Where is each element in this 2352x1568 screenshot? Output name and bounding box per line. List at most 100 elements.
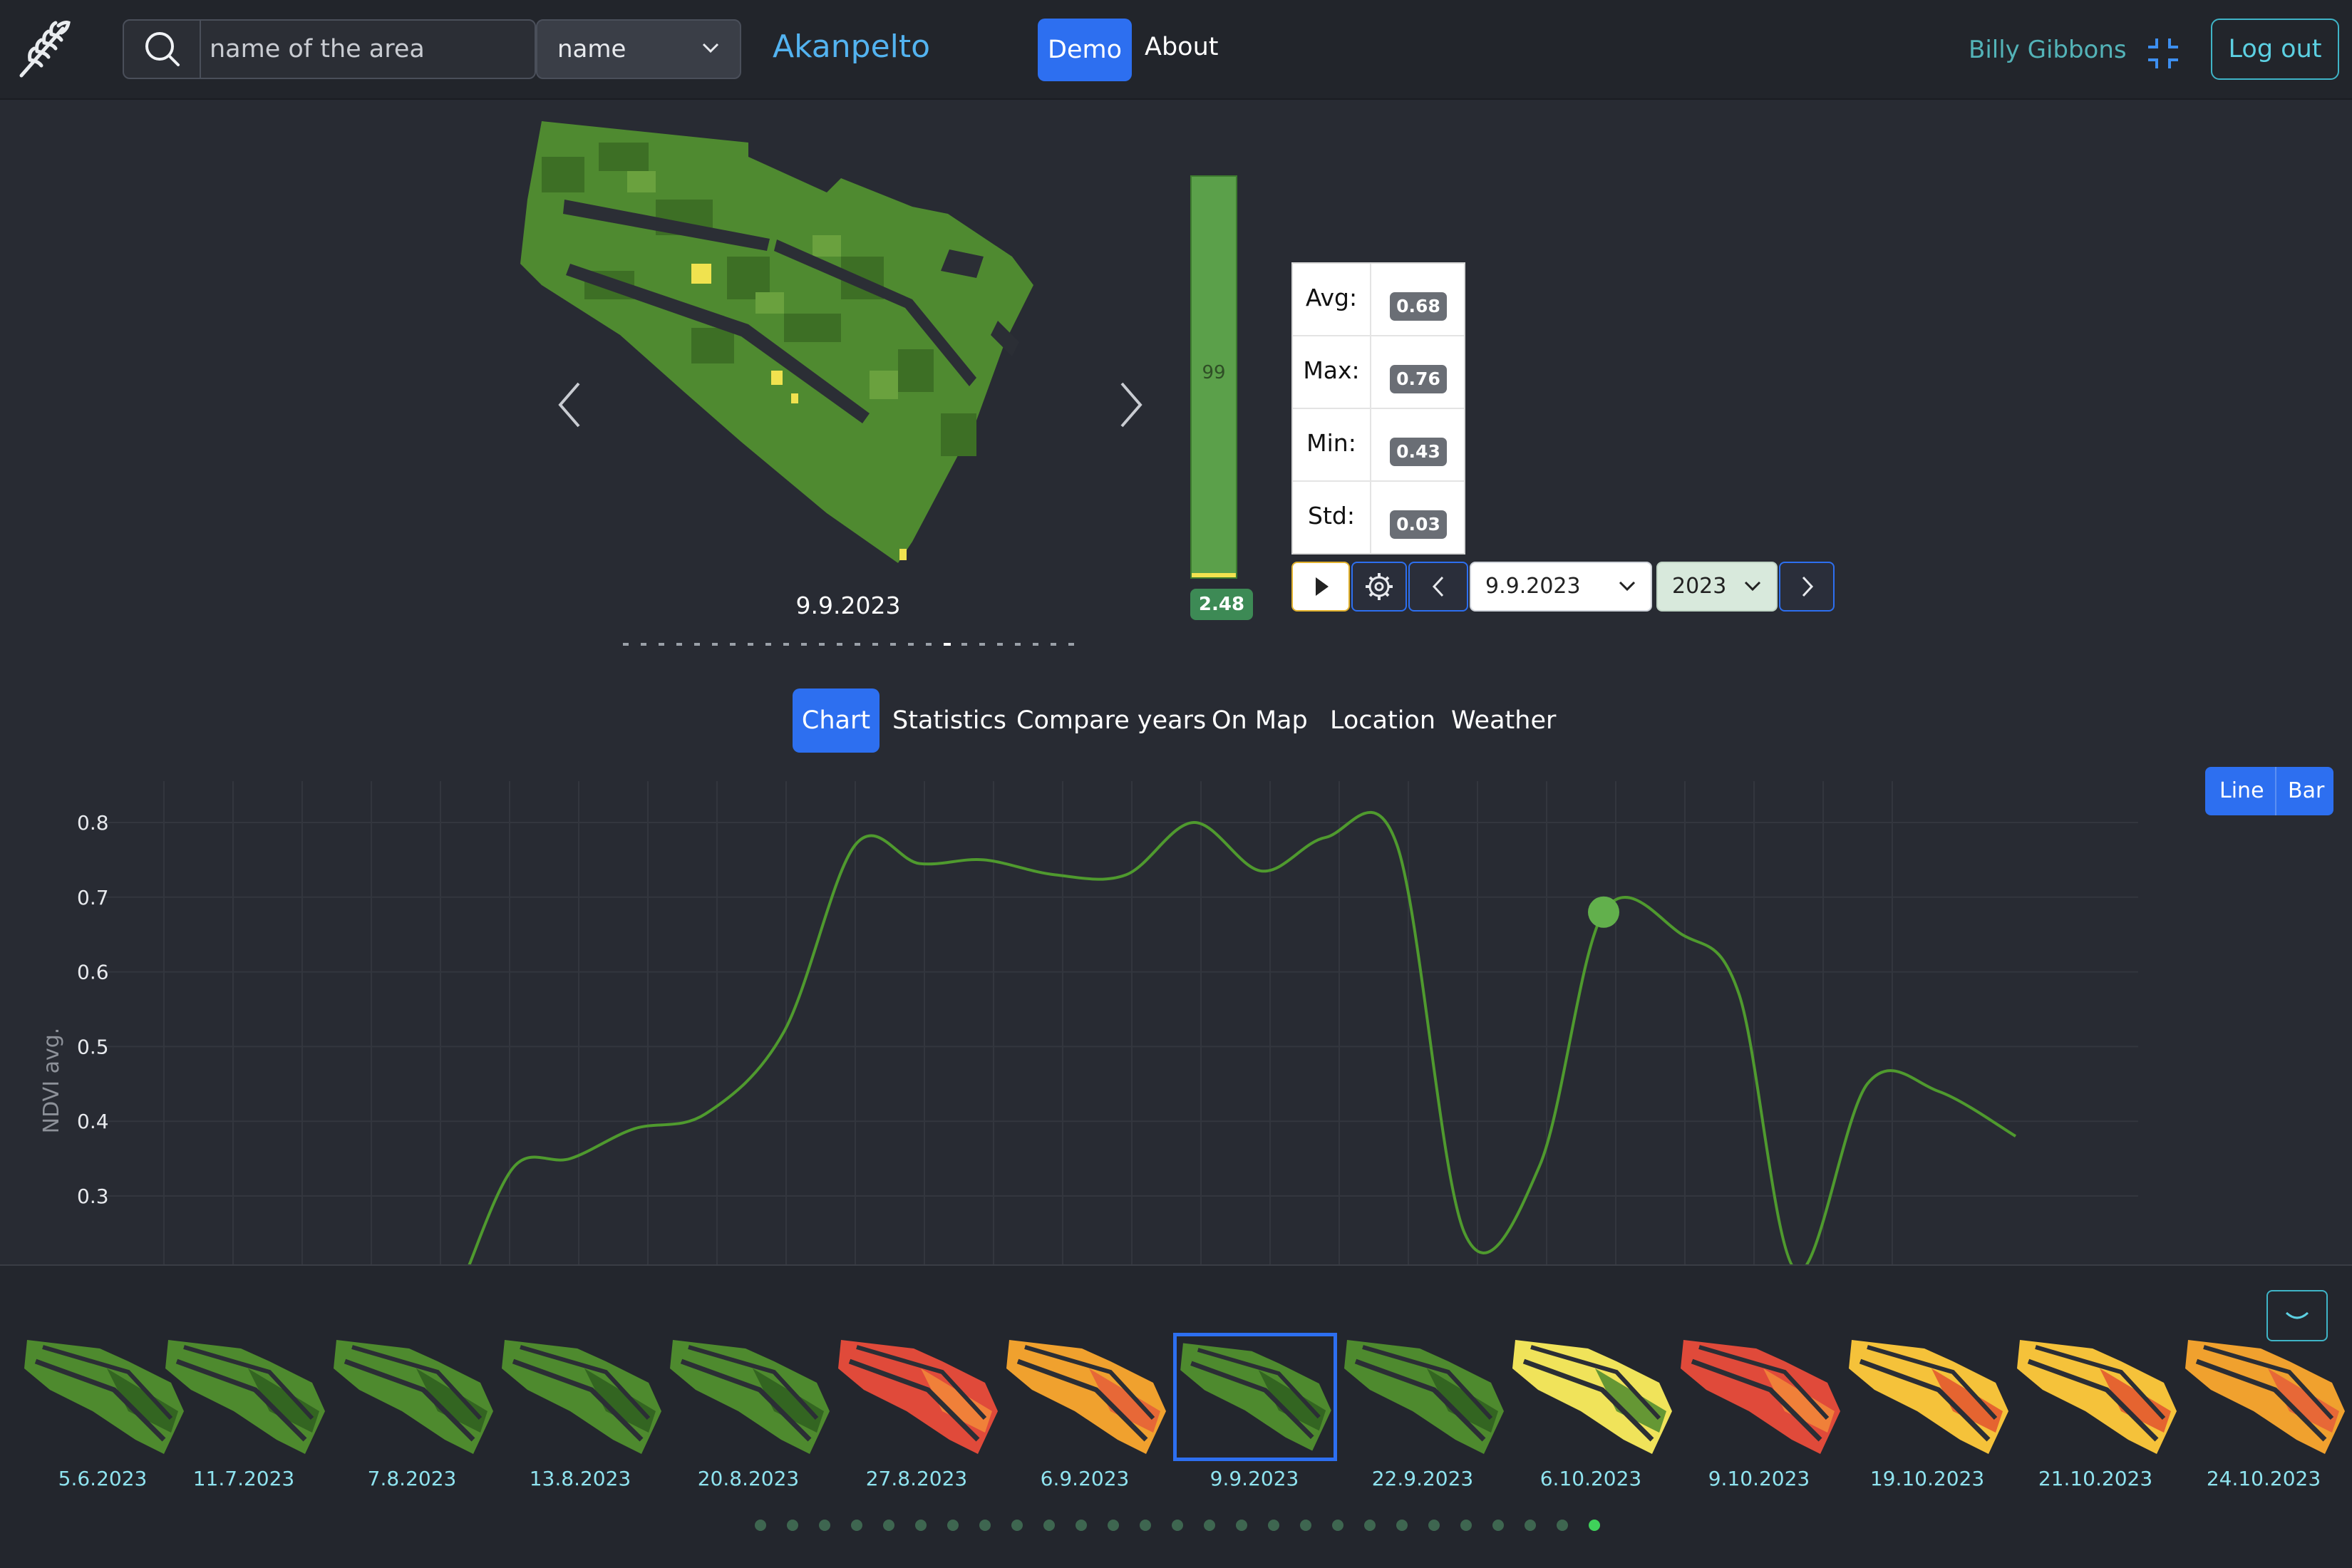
thumbnail-item[interactable] bbox=[2014, 1333, 2178, 1461]
pager-dot[interactable] bbox=[1300, 1520, 1311, 1531]
thumbnail-date-label[interactable]: 13.8.2023 bbox=[496, 1467, 664, 1490]
wheat-logo-icon[interactable] bbox=[16, 19, 73, 80]
tab-compare-years[interactable]: Compare years bbox=[1016, 688, 1206, 753]
pager-dot[interactable] bbox=[979, 1520, 991, 1531]
carousel-dot[interactable] bbox=[997, 643, 1003, 646]
pager-dot[interactable] bbox=[1011, 1520, 1023, 1531]
carousel-dot[interactable] bbox=[837, 643, 842, 646]
thumbnail-date-label[interactable]: 7.8.2023 bbox=[328, 1467, 496, 1490]
play-button[interactable] bbox=[1291, 562, 1350, 612]
pager-dot[interactable] bbox=[1492, 1520, 1504, 1531]
settings-button[interactable] bbox=[1351, 562, 1407, 612]
thumbnail-date-label[interactable]: 11.7.2023 bbox=[160, 1467, 328, 1490]
thumbnail-date-label[interactable]: 20.8.2023 bbox=[664, 1467, 832, 1490]
field-ndvi-map[interactable] bbox=[513, 114, 1183, 599]
pager-dot[interactable] bbox=[787, 1520, 798, 1531]
tab-weather[interactable]: Weather bbox=[1451, 688, 1556, 753]
thumbnail-date-label[interactable]: 6.9.2023 bbox=[1001, 1467, 1169, 1490]
pager-dot[interactable] bbox=[947, 1520, 959, 1531]
compress-icon[interactable] bbox=[2145, 36, 2181, 71]
pager-dot[interactable] bbox=[755, 1520, 766, 1531]
ndvi-line-chart[interactable]: 0.8 0.7 0.6 0.5 0.4 0.3 NDVI avg. bbox=[0, 767, 2352, 1266]
prev-date-button[interactable] bbox=[1408, 562, 1468, 612]
thumbnail-item[interactable] bbox=[21, 1333, 185, 1461]
thumbnail-date-label[interactable]: 21.10.2023 bbox=[2011, 1467, 2180, 1490]
thumbnail-item[interactable] bbox=[2182, 1333, 2346, 1461]
thumbnail-item[interactable] bbox=[1846, 1333, 2010, 1461]
thumbnail-pager[interactable] bbox=[741, 1518, 1639, 1532]
thumbnail-date-label[interactable]: 27.8.2023 bbox=[832, 1467, 1001, 1490]
area-name-link[interactable]: Akanpelto bbox=[773, 29, 930, 65]
carousel-dot[interactable] bbox=[1068, 643, 1074, 646]
year-select[interactable]: 2023 bbox=[1656, 562, 1778, 612]
carousel-dot[interactable] bbox=[1015, 643, 1021, 646]
search-field-select[interactable]: name bbox=[536, 19, 741, 79]
bar-button[interactable]: Bar bbox=[2288, 767, 2324, 815]
thumbnail-item[interactable] bbox=[331, 1333, 495, 1461]
tab-chart[interactable]: Chart bbox=[793, 688, 880, 753]
carousel-dot[interactable] bbox=[908, 643, 914, 646]
carousel-dot[interactable] bbox=[801, 643, 807, 646]
thumbnail-date-label[interactable]: 6.10.2023 bbox=[1507, 1467, 1675, 1490]
pager-dot[interactable] bbox=[1557, 1520, 1568, 1531]
carousel-dot[interactable] bbox=[641, 643, 646, 646]
pager-dot[interactable] bbox=[1525, 1520, 1536, 1531]
pager-dot[interactable] bbox=[1043, 1520, 1055, 1531]
thumbnail-date-label[interactable]: 22.9.2023 bbox=[1339, 1467, 1507, 1490]
carousel-dot[interactable] bbox=[890, 643, 896, 646]
carousel-indicators[interactable] bbox=[623, 641, 1079, 647]
carousel-dot[interactable] bbox=[730, 643, 736, 646]
carousel-dot[interactable] bbox=[1051, 643, 1056, 646]
pager-dot[interactable] bbox=[1460, 1520, 1472, 1531]
line-button[interactable]: Line bbox=[2219, 767, 2264, 815]
about-link[interactable]: About bbox=[1145, 33, 1218, 61]
pager-dot[interactable] bbox=[1396, 1520, 1408, 1531]
date-select[interactable]: 9.9.2023 bbox=[1470, 562, 1652, 612]
carousel-dot[interactable] bbox=[765, 643, 771, 646]
thumbnail-item[interactable] bbox=[1678, 1333, 1842, 1461]
pager-dot[interactable] bbox=[1172, 1520, 1183, 1531]
carousel-dot[interactable] bbox=[748, 643, 753, 646]
thumbnail-date-label[interactable]: 19.10.2023 bbox=[1843, 1467, 2011, 1490]
thumbnail-item[interactable] bbox=[499, 1333, 663, 1461]
pager-dot[interactable] bbox=[1589, 1520, 1600, 1531]
carousel-dot[interactable] bbox=[783, 643, 789, 646]
search-input[interactable] bbox=[210, 28, 523, 71]
pager-dot[interactable] bbox=[1268, 1520, 1279, 1531]
pager-dot[interactable] bbox=[1236, 1520, 1247, 1531]
thumbnail-item[interactable] bbox=[1341, 1333, 1505, 1461]
tab-location[interactable]: Location bbox=[1330, 688, 1435, 753]
thumbnail-item[interactable] bbox=[163, 1333, 326, 1461]
carousel-dot[interactable] bbox=[712, 643, 718, 646]
thumbnail-item[interactable] bbox=[1173, 1333, 1337, 1461]
carousel-next-arrow[interactable] bbox=[1108, 376, 1150, 433]
thumbnail-date-label[interactable]: 9.9.2023 bbox=[1170, 1467, 1339, 1490]
carousel-dot[interactable] bbox=[623, 643, 629, 646]
pager-dot[interactable] bbox=[851, 1520, 862, 1531]
carousel-dot[interactable] bbox=[694, 643, 700, 646]
logout-button[interactable]: Log out bbox=[2211, 19, 2339, 80]
pager-dot[interactable] bbox=[1076, 1520, 1087, 1531]
pager-dot[interactable] bbox=[1428, 1520, 1440, 1531]
carousel-dot[interactable] bbox=[676, 643, 682, 646]
carousel-dot[interactable] bbox=[819, 643, 825, 646]
thumbnail-date-label[interactable]: 9.10.2023 bbox=[1675, 1467, 1843, 1490]
carousel-dot[interactable] bbox=[961, 643, 967, 646]
pager-dot[interactable] bbox=[1140, 1520, 1151, 1531]
pager-dot[interactable] bbox=[1204, 1520, 1215, 1531]
carousel-dot[interactable] bbox=[872, 643, 878, 646]
carousel-prev-arrow[interactable] bbox=[550, 376, 593, 433]
carousel-dot[interactable] bbox=[855, 643, 860, 646]
thumbnail-item[interactable] bbox=[1004, 1333, 1167, 1461]
pager-dot[interactable] bbox=[1332, 1520, 1343, 1531]
user-name[interactable]: Billy Gibbons bbox=[1969, 36, 2127, 64]
pager-dot[interactable] bbox=[883, 1520, 894, 1531]
demo-button[interactable]: Demo bbox=[1038, 19, 1132, 81]
thumbnail-date-label[interactable]: 24.10.2023 bbox=[2180, 1467, 2348, 1490]
pager-dot[interactable] bbox=[1108, 1520, 1119, 1531]
carousel-dot[interactable] bbox=[926, 643, 932, 646]
carousel-dot[interactable] bbox=[659, 643, 664, 646]
next-date-button[interactable] bbox=[1779, 562, 1835, 612]
search-button[interactable] bbox=[124, 21, 201, 78]
carousel-dot[interactable] bbox=[979, 643, 985, 646]
